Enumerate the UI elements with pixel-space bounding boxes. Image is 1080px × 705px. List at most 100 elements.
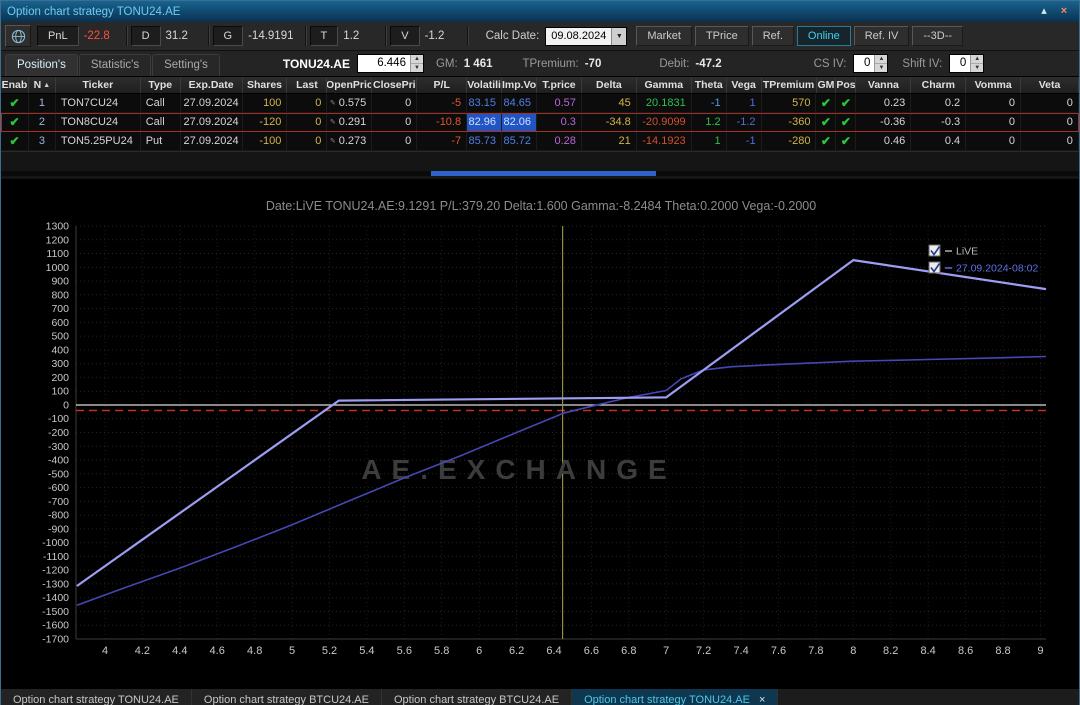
stat-label-d: D <box>130 26 161 46</box>
collapse-icon[interactable]: ▴ <box>1035 4 1053 20</box>
column-header-gm[interactable]: GM <box>817 77 837 93</box>
stat-label-g: G <box>212 26 244 46</box>
scrollbar-thumb[interactable] <box>431 171 656 176</box>
strategy-chart-svg[interactable]: 4 4.2 4.4 4.6 4.8 5 5.2 5.4 5.6 5.8 6 6.2 6.4 6.6 6.8 7… <box>1 179 1080 683</box>
gm-toggle[interactable]: ✔ <box>816 113 837 131</box>
column-header-vomma[interactable]: Vomma <box>966 77 1022 93</box>
spin-down-icon[interactable]: ▼ <box>410 64 423 72</box>
cs-iv-label: CS IV: <box>813 57 847 70</box>
bottom-tab-bar: Option chart strategy TONU24.AE Option ch… <box>1 688 1079 705</box>
bottom-tab-4[interactable]: Option chart strategy TONU24.AE × <box>572 689 779 705</box>
tab-setting-s[interactable]: Setting's <box>152 54 220 76</box>
spin-up-icon[interactable]: ▲ <box>410 55 423 64</box>
svg-text:4.2: 4.2 <box>135 645 150 657</box>
check-icon: ✔ <box>820 134 831 148</box>
column-header-shares[interactable]: Shares <box>243 77 288 93</box>
cell-t_price: 0.57 <box>537 94 582 112</box>
cell-close_price: 0 <box>372 94 418 112</box>
price-stepper[interactable]: 6.446 ▲ ▼ <box>356 54 424 73</box>
cs-iv-stepper[interactable]: 0 ▲ ▼ <box>853 54 889 73</box>
enabled-toggle[interactable]: ✔ <box>1 132 29 150</box>
spin-down-icon[interactable]: ▼ <box>875 64 888 72</box>
column-header-closepri[interactable]: ClosePri <box>372 77 418 93</box>
horizontal-scrollbar[interactable] <box>1 171 1079 176</box>
spin-down-icon[interactable]: ▼ <box>971 64 984 72</box>
column-header-vega[interactable]: Vega <box>727 77 762 93</box>
gm-toggle[interactable]: ✔ <box>816 132 837 150</box>
bottom-tab-1[interactable]: Option chart strategy TONU24.AE <box>1 689 192 705</box>
column-header-enab[interactable]: Enab <box>1 77 29 93</box>
toolbar-button-tprice[interactable]: TPrice <box>694 26 749 46</box>
stat-value-g: -14.9191 <box>248 30 294 42</box>
column-header-openpric[interactable]: OpenPric <box>327 77 373 93</box>
position-row-ton5-25pu24[interactable]: ✔ 3 TON5.25PU24 Put 27.09.2024 -100 0 ✎ 0.273 0 -7… <box>1 132 1079 151</box>
svg-text:-1300: -1300 <box>42 578 69 590</box>
svg-text:900: 900 <box>51 276 69 288</box>
column-header-type[interactable]: Type <box>141 77 181 93</box>
tab-position-s[interactable]: Position's <box>5 54 78 76</box>
toolbar-button-online[interactable]: Online <box>796 26 851 46</box>
column-header-charm[interactable]: Charm <box>911 77 967 93</box>
globe-button[interactable] <box>5 25 31 47</box>
close-icon[interactable]: × <box>1055 4 1073 20</box>
pos-toggle[interactable]: ✔ <box>836 132 857 150</box>
chevron-down-icon[interactable]: ▼ <box>611 27 627 45</box>
cell-imp_vol: 82.06 <box>502 113 537 131</box>
bottom-tab-2[interactable]: Option chart strategy BTCU24.AE <box>191 689 382 705</box>
svg-text:-1400: -1400 <box>42 592 69 604</box>
gm-toggle[interactable]: ✔ <box>816 94 837 112</box>
column-header-tpremium[interactable]: TPremium <box>762 77 817 93</box>
calc-date-select[interactable]: 09.08.2024 ▼ <box>545 26 628 46</box>
pos-toggle[interactable]: ✔ <box>836 94 857 112</box>
cell-veta: 0 <box>1021 132 1079 150</box>
column-header-gamma[interactable]: Gamma <box>637 77 692 93</box>
column-header-pos[interactable]: Pos <box>836 77 857 93</box>
positions-table-header: Enab N ▲ Ticker Type Exp.Date Shares Last OpenPr… <box>1 77 1079 94</box>
svg-text:4: 4 <box>102 645 108 657</box>
toolbar-button-ref-iv[interactable]: Ref. IV <box>853 26 910 46</box>
shift-iv-stepper[interactable]: 0 ▲ ▼ <box>949 54 985 73</box>
column-header-last[interactable]: Last <box>287 77 328 93</box>
cell-volatility: 85.73 <box>467 132 503 150</box>
column-header-vanna[interactable]: Vanna <box>856 77 912 93</box>
cell-close_price: 0 <box>372 132 418 150</box>
enabled-toggle[interactable]: ✔ <box>1 113 29 131</box>
close-tab-icon[interactable]: × <box>759 694 765 705</box>
toolbar-button-ref[interactable]: Ref. <box>751 26 794 46</box>
column-header-delta[interactable]: Delta <box>582 77 637 93</box>
column-header-imp-vo[interactable]: Imp.Vo <box>502 77 538 93</box>
cell-charm: 0.4 <box>911 132 967 150</box>
svg-text:4.8: 4.8 <box>247 645 262 657</box>
enabled-toggle[interactable]: ✔ <box>1 94 29 112</box>
cell-open_price[interactable]: ✎ 0.575 <box>327 94 373 112</box>
bottom-tab-3[interactable]: Option chart strategy BTCU24.AE <box>381 689 573 705</box>
stepper-arrows: ▲ ▼ <box>970 55 984 72</box>
column-header-theta[interactable]: Theta <box>692 77 727 93</box>
toolbar-separator <box>125 26 128 46</box>
column-header-p-l[interactable]: P/L <box>417 77 468 93</box>
cell-open_price[interactable]: ✎ 0.291 <box>327 113 373 131</box>
spin-up-icon[interactable]: ▲ <box>971 55 984 64</box>
position-row-ton7cu24[interactable]: ✔ 1 TON7CU24 Call 27.09.2024 100 0 ✎ 0.575 0 -5 83.… <box>1 94 1079 113</box>
cell-exp_date: 27.09.2024 <box>181 94 243 112</box>
cell-veta: 0 <box>1021 113 1079 131</box>
spin-up-icon[interactable]: ▲ <box>875 55 888 64</box>
toolbar-button-3d[interactable]: --3D-- <box>912 26 964 46</box>
cell-ticker: TON8CU24 <box>56 113 141 131</box>
column-header-veta[interactable]: Veta <box>1021 77 1079 93</box>
position-row-ton8cu24[interactable]: ✔ 2 TON8CU24 Call 27.09.2024 -120 0 ✎ 0.291 0 -10.… <box>1 113 1079 132</box>
tab-statistic-s[interactable]: Statistic's <box>78 54 152 76</box>
column-header-n[interactable]: N ▲ <box>29 77 56 93</box>
pos-toggle[interactable]: ✔ <box>836 113 857 131</box>
svg-text:7.2: 7.2 <box>696 645 711 657</box>
strategy-chart[interactable]: 4 4.2 4.4 4.6 4.8 5 5.2 5.4 5.6 5.8 6 6.2 6.4 6.6 6.8 7… <box>1 179 1079 688</box>
column-header-exp-date[interactable]: Exp.Date <box>181 77 243 93</box>
cell-exp_date: 27.09.2024 <box>181 132 243 150</box>
tpremium-value: -70 <box>584 57 602 70</box>
svg-text:5: 5 <box>289 645 295 657</box>
column-header-ticker[interactable]: Ticker <box>56 77 141 93</box>
column-header-t-price[interactable]: T.price <box>537 77 582 93</box>
column-header-volatili[interactable]: Volatili <box>467 77 503 93</box>
toolbar-button-market[interactable]: Market <box>636 26 692 46</box>
cell-open_price[interactable]: ✎ 0.273 <box>327 132 373 150</box>
